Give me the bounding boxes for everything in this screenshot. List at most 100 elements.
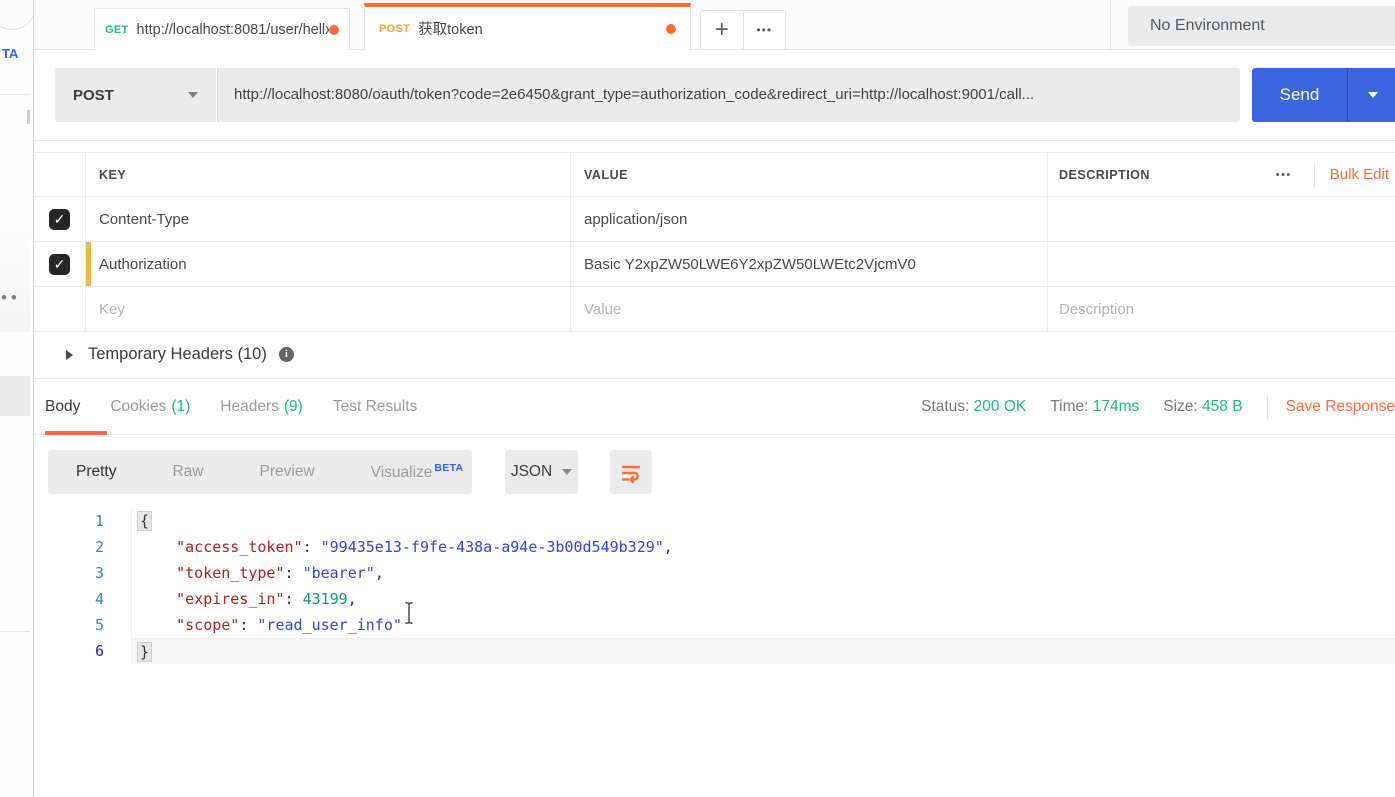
unsaved-dot-icon bbox=[666, 24, 676, 34]
overflow-dots-icon: ••• bbox=[0, 288, 21, 308]
tab-cookies[interactable]: Cookies (1) bbox=[110, 379, 190, 434]
tab-title: 获取token bbox=[418, 18, 482, 39]
send-options-button[interactable] bbox=[1347, 68, 1395, 122]
divider bbox=[0, 94, 30, 95]
format-dropdown[interactable]: JSON bbox=[505, 450, 578, 494]
tab-options-button[interactable]: ••• bbox=[744, 11, 786, 49]
tab-test-results[interactable]: Test Results bbox=[333, 379, 417, 434]
code-line: 2 "access_token": "99435e13-f9fe-438a-a9… bbox=[34, 534, 1395, 560]
tab-body-active[interactable]: Body bbox=[45, 379, 80, 434]
request-tab-post-active[interactable]: POST 获取token bbox=[364, 3, 691, 50]
header-value-cell[interactable]: application/json bbox=[584, 211, 687, 228]
tab-count: (1) bbox=[171, 398, 190, 416]
request-bar: POST http://localhost:8080/oauth/token?c… bbox=[34, 50, 1395, 141]
text-cursor-icon bbox=[403, 600, 415, 626]
description-placeholder-input[interactable]: Description bbox=[1059, 301, 1134, 318]
tab-label: Headers bbox=[220, 398, 279, 416]
view-mode-visualize[interactable]: VisualizeBETA bbox=[343, 462, 492, 482]
tab-label: Test Results bbox=[333, 398, 417, 416]
header-value-cell[interactable]: Basic Y2xpZW50LWE6Y2xpZW50LWEtc2VjcmV0 bbox=[584, 256, 916, 273]
code-line: 4 "expires_in": 43199, bbox=[34, 586, 1395, 612]
response-tab-bar: Body Cookies (1) Headers (9) Test Result… bbox=[34, 378, 1395, 435]
chevron-down-icon bbox=[188, 92, 198, 98]
response-body-json[interactable]: 1 { 2 "access_token": "99435e13-f9fe-438… bbox=[34, 508, 1395, 664]
info-icon[interactable]: i bbox=[279, 347, 294, 362]
headers-menu-button[interactable]: ••• bbox=[1254, 169, 1314, 181]
header-description-cell[interactable] bbox=[1047, 197, 1395, 241]
header-key-cell[interactable]: Content-Type bbox=[99, 211, 189, 228]
chevron-down-icon bbox=[1368, 92, 1378, 98]
view-mode-pretty[interactable]: Pretty bbox=[48, 463, 144, 481]
background-window-strip: TA ••• bbox=[0, 0, 34, 797]
row-checkbox-checked[interactable]: ✓ bbox=[49, 254, 70, 275]
method-badge-post: POST bbox=[379, 23, 410, 35]
environment-selector[interactable]: No Environment bbox=[1128, 6, 1395, 46]
environment-label: No Environment bbox=[1150, 17, 1265, 35]
method-dropdown[interactable]: POST bbox=[55, 68, 216, 122]
tab-actions: + ••• bbox=[700, 10, 786, 50]
line-number: 2 bbox=[34, 534, 132, 560]
strip-label: TA bbox=[2, 46, 18, 61]
view-mode-segmented-control: Pretty Raw Preview VisualizeBETA bbox=[48, 450, 472, 494]
api-client-window: GET http://localhost:8081/user/hellx... … bbox=[34, 0, 1395, 797]
temporary-headers-label: Temporary Headers (10) bbox=[88, 345, 267, 364]
url-input[interactable]: http://localhost:8080/oauth/token?code=2… bbox=[217, 68, 1240, 122]
expand-triangle-icon bbox=[66, 350, 73, 360]
column-header-value: VALUE bbox=[584, 168, 628, 182]
unsaved-dot-icon bbox=[329, 25, 339, 35]
send-button[interactable]: Send bbox=[1252, 68, 1395, 122]
view-mode-preview[interactable]: Preview bbox=[232, 463, 343, 481]
code-line: 5 "scope": "read_user_info" bbox=[34, 612, 1395, 638]
request-tab-bar: GET http://localhost:8081/user/hellx... … bbox=[34, 0, 1395, 50]
partial-avatar-circle bbox=[0, 0, 34, 30]
divider bbox=[0, 631, 30, 632]
code-line: 3 "token_type": "bearer", bbox=[34, 560, 1395, 586]
line-number: 5 bbox=[34, 612, 132, 638]
key-placeholder-input[interactable]: Key bbox=[99, 301, 125, 318]
active-tab-underline bbox=[45, 431, 107, 435]
table-header-row: KEY VALUE DESCRIPTION ••• Bulk Edit bbox=[34, 152, 1395, 197]
table-row: ✓ Content-Type application/json bbox=[34, 197, 1395, 242]
divider bbox=[27, 110, 30, 124]
strip-shade bbox=[0, 232, 30, 332]
tab-count: (9) bbox=[284, 398, 303, 416]
header-key-cell[interactable]: Authorization bbox=[99, 256, 187, 273]
matched-bracket: { bbox=[137, 511, 152, 531]
code-line-active: 6 } bbox=[34, 638, 1395, 664]
value-placeholder-input[interactable]: Value bbox=[584, 301, 621, 318]
strip-panel bbox=[0, 376, 30, 416]
divider bbox=[1267, 395, 1268, 419]
matched-bracket: } bbox=[137, 642, 152, 662]
beta-badge: BETA bbox=[434, 462, 463, 474]
column-header-key: KEY bbox=[99, 168, 126, 182]
autogenerated-header-flag bbox=[86, 242, 91, 286]
format-dropdown-value: JSON bbox=[511, 463, 552, 481]
chevron-down-icon bbox=[562, 469, 572, 475]
bulk-edit-link[interactable]: Bulk Edit bbox=[1315, 166, 1395, 183]
response-view-toolbar: Pretty Raw Preview VisualizeBETA JSON bbox=[34, 450, 1395, 496]
method-dropdown-value: POST bbox=[73, 87, 114, 104]
line-number: 1 bbox=[34, 508, 132, 534]
line-number: 4 bbox=[34, 586, 132, 612]
size-badge: Size: 458 B bbox=[1163, 398, 1242, 416]
request-tab-get[interactable]: GET http://localhost:8081/user/hellx... bbox=[94, 8, 350, 50]
tab-title: http://localhost:8081/user/hellx... bbox=[137, 22, 329, 38]
tab-label: Body bbox=[45, 398, 80, 416]
wrap-lines-button[interactable] bbox=[610, 450, 652, 494]
status-badge: Status: 200 OK bbox=[921, 398, 1026, 416]
code-line: 1 { bbox=[34, 508, 1395, 534]
new-tab-button[interactable]: + bbox=[701, 11, 744, 49]
view-mode-raw[interactable]: Raw bbox=[144, 463, 231, 481]
header-description-cell[interactable] bbox=[1047, 242, 1395, 286]
line-number: 3 bbox=[34, 560, 132, 586]
method-badge-get: GET bbox=[105, 24, 129, 36]
temporary-headers-toggle[interactable]: Temporary Headers (10) i bbox=[34, 331, 1395, 378]
send-button-label: Send bbox=[1252, 68, 1347, 122]
column-header-description: DESCRIPTION bbox=[1059, 168, 1150, 182]
divider bbox=[1110, 0, 1111, 50]
time-badge: Time: 174ms bbox=[1050, 398, 1139, 416]
save-response-button[interactable]: Save Response bbox=[1286, 398, 1395, 416]
table-row: ✓ Authorization Basic Y2xpZW50LWE6Y2xpZW… bbox=[34, 242, 1395, 287]
tab-headers[interactable]: Headers (9) bbox=[220, 379, 303, 434]
row-checkbox-checked[interactable]: ✓ bbox=[49, 209, 70, 230]
